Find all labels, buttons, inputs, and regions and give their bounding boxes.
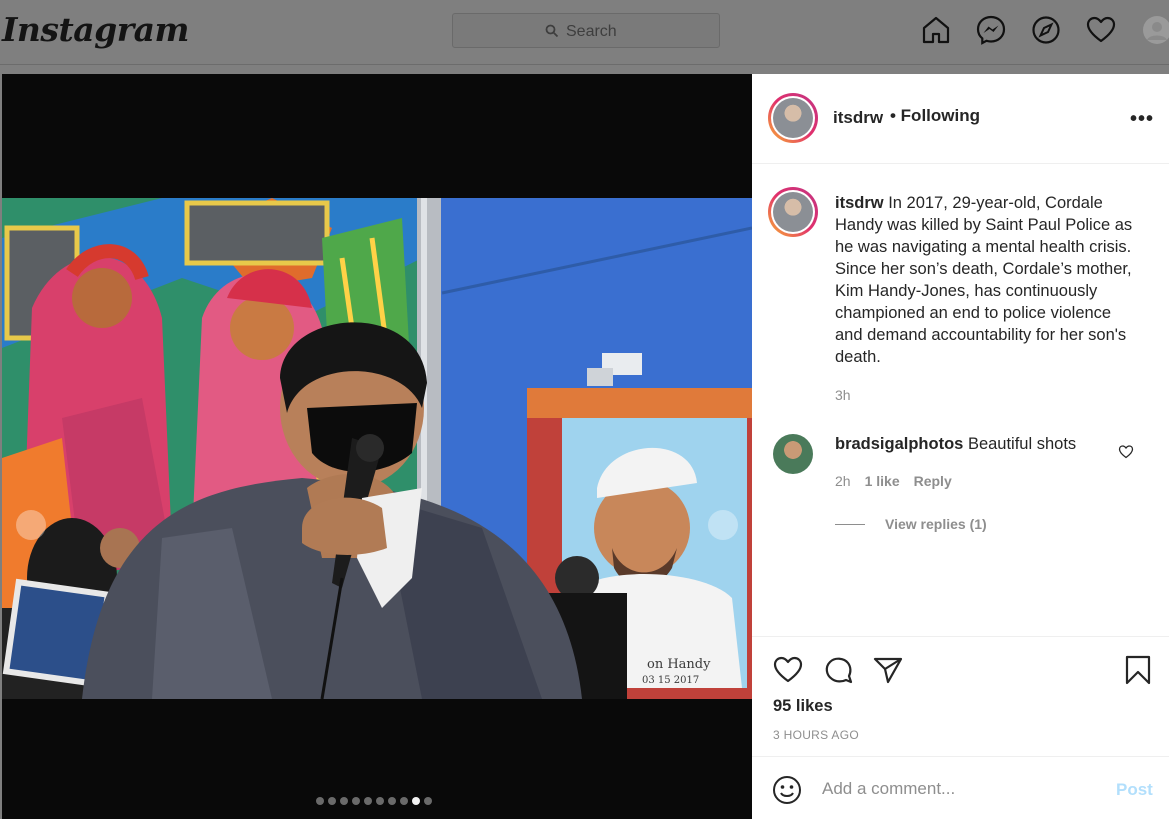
save-bookmark-icon[interactable] [1122,654,1154,686]
following-label[interactable]: • Following [890,106,980,126]
post-timestamp[interactable]: 3 HOURS AGO [773,728,859,742]
caption-text: In 2017, 29-year-old, Cordale Handy was … [835,194,1133,366]
instagram-logo[interactable]: Instagram [2,10,189,49]
carousel-next-button[interactable] [708,510,738,540]
carousel-dot [388,797,396,805]
messenger-icon[interactable] [975,14,1007,46]
replies-divider [835,523,865,525]
post-header: itsdrw • Following ••• [752,74,1169,164]
view-replies-label: View replies (1) [885,516,987,532]
emoji-smiley-icon[interactable] [772,775,802,805]
carousel-dot [328,797,336,805]
carousel-dot [376,797,384,805]
search-box[interactable]: Search [452,13,720,48]
comment-text: Beautiful shots [967,435,1077,453]
carousel-indicator [316,797,432,805]
portrait-date-text: 03 15 2017 [642,675,699,686]
comment-bubble-icon[interactable] [822,654,854,686]
explore-icon[interactable] [1030,14,1062,46]
comment-likes[interactable]: 1 like [865,473,900,489]
comment-time[interactable]: 2h [835,473,851,489]
post-side-panel: itsdrw • Following ••• itsdrw In 2017, 2… [752,74,1169,819]
comment-reply-button[interactable]: Reply [914,473,952,489]
carousel-dot-active [412,797,420,805]
carousel-dot [340,797,348,805]
carousel-dot [352,797,360,805]
likes-count[interactable]: 95 likes [773,697,833,716]
caption-username[interactable]: itsdrw [835,194,884,212]
post-comment-button[interactable]: Post [1116,780,1153,800]
carousel-dot [400,797,408,805]
carousel-prev-button[interactable] [16,510,46,540]
comment-username[interactable]: bradsigalphotos [835,435,963,453]
author-avatar[interactable] [768,93,818,143]
add-comment-bar: Post [752,756,1169,819]
caption: itsdrw In 2017, 29-year-old, Cordale Han… [835,192,1135,368]
search-placeholder: Search [566,23,617,40]
commenter-avatar[interactable] [773,434,813,474]
post-photo: on Handy 03 15 2017 [2,198,752,699]
comment-meta: 2h 1 like Reply [835,473,952,489]
carousel-dot [316,797,324,805]
like-heart-icon[interactable] [772,654,804,686]
comment: bradsigalphotos Beautiful shots [835,435,1076,454]
search-icon [545,24,559,38]
profile-avatar[interactable] [1141,14,1169,46]
share-paper-plane-icon[interactable] [872,654,904,686]
author-username[interactable]: itsdrw [833,108,883,128]
post-media: on Handy 03 15 2017 [2,74,752,819]
portrait-name-text: on Handy [647,657,711,672]
view-replies-button[interactable]: View replies (1) [835,516,987,532]
post-actions: 95 likes 3 HOURS AGO [752,636,1169,756]
carousel-dot [424,797,432,805]
more-options-icon[interactable]: ••• [1130,108,1154,131]
activity-heart-icon[interactable] [1085,14,1117,46]
caption-avatar[interactable] [768,187,818,237]
home-icon[interactable] [920,14,952,46]
caption-time[interactable]: 3h [835,387,851,403]
add-comment-input[interactable] [822,771,1102,807]
top-nav: Instagram Search [0,0,1169,65]
carousel-dot [364,797,372,805]
comment-like-heart-icon[interactable] [1118,444,1134,460]
